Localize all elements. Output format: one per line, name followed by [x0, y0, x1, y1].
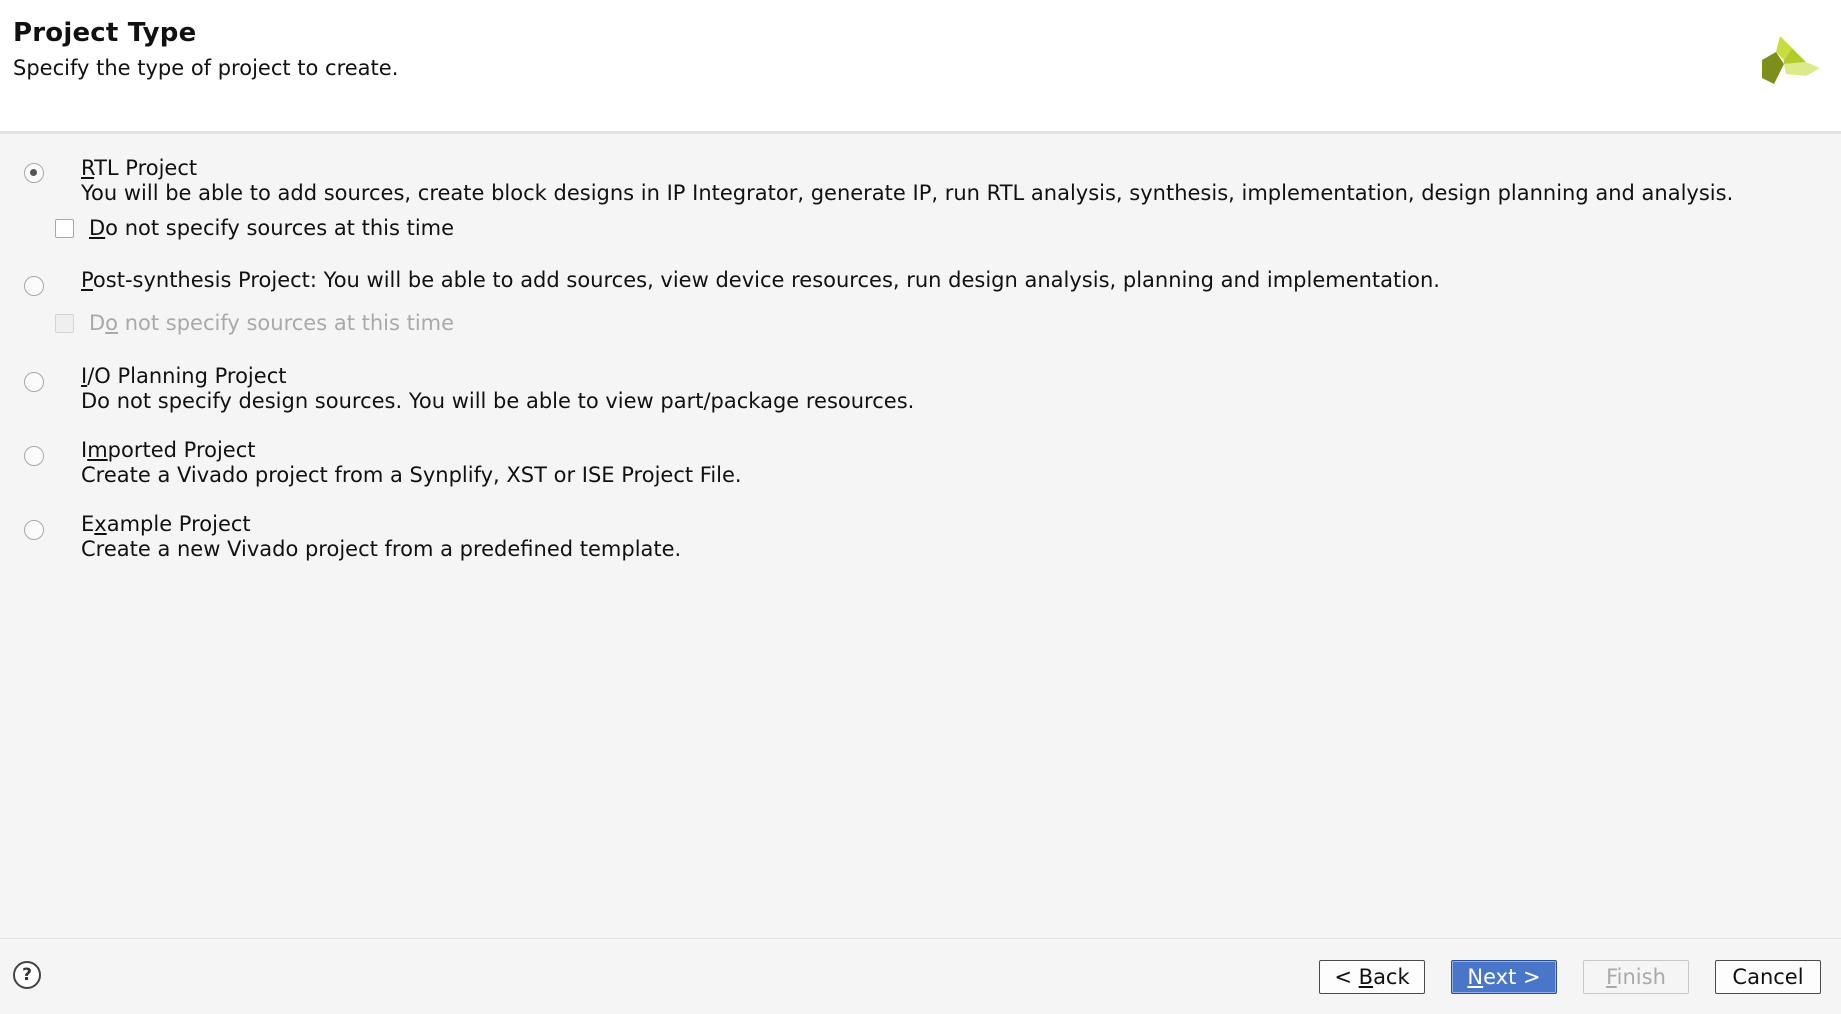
- next-button[interactable]: Next >: [1451, 960, 1557, 994]
- rtl-project-radio[interactable]: [24, 163, 44, 183]
- example-project-description: Create a new Vivado project from a prede…: [81, 537, 682, 561]
- rtl-no-sources-checkbox[interactable]: [55, 219, 74, 238]
- cancel-button[interactable]: Cancel: [1715, 960, 1821, 994]
- imported-project-description: Create a Vivado project from a Synplify,…: [81, 463, 742, 487]
- io-planning-project-title: I/O Planning Project: [81, 364, 287, 388]
- example-project-radio[interactable]: [24, 520, 44, 540]
- wizard-footer: ? < Back Next > Finish Cancel: [0, 938, 1841, 1014]
- wizard-header: Project Type Specify the type of project…: [0, 0, 1841, 134]
- page-subtitle: Specify the type of project to create.: [13, 56, 399, 80]
- io-planning-project-description: Do not specify design sources. You will …: [81, 389, 915, 413]
- back-button[interactable]: < Back: [1319, 960, 1425, 994]
- post-synthesis-no-sources-checkbox: [55, 314, 74, 333]
- help-icon[interactable]: ?: [13, 961, 41, 989]
- page-title: Project Type: [13, 18, 197, 48]
- post-synthesis-project-title: Post-synthesis Project: You will be able…: [81, 268, 1440, 292]
- rtl-project-description: You will be able to add sources, create …: [81, 181, 1734, 205]
- rtl-project-title: RTL Project: [81, 156, 198, 180]
- finish-button: Finish: [1583, 960, 1689, 994]
- post-synthesis-no-sources-label: Do not specify sources at this time: [89, 311, 455, 335]
- io-planning-project-radio[interactable]: [24, 372, 44, 392]
- imported-project-title: Imported Project: [81, 438, 256, 462]
- example-project-title: Example Project: [81, 512, 251, 536]
- imported-project-radio[interactable]: [24, 446, 44, 466]
- vivado-logo-icon: [1762, 36, 1820, 84]
- project-type-dialog: Project Type Specify the type of project…: [0, 0, 1841, 1014]
- post-synthesis-project-radio[interactable]: [24, 276, 44, 296]
- rtl-no-sources-label[interactable]: Do not specify sources at this time: [89, 216, 454, 240]
